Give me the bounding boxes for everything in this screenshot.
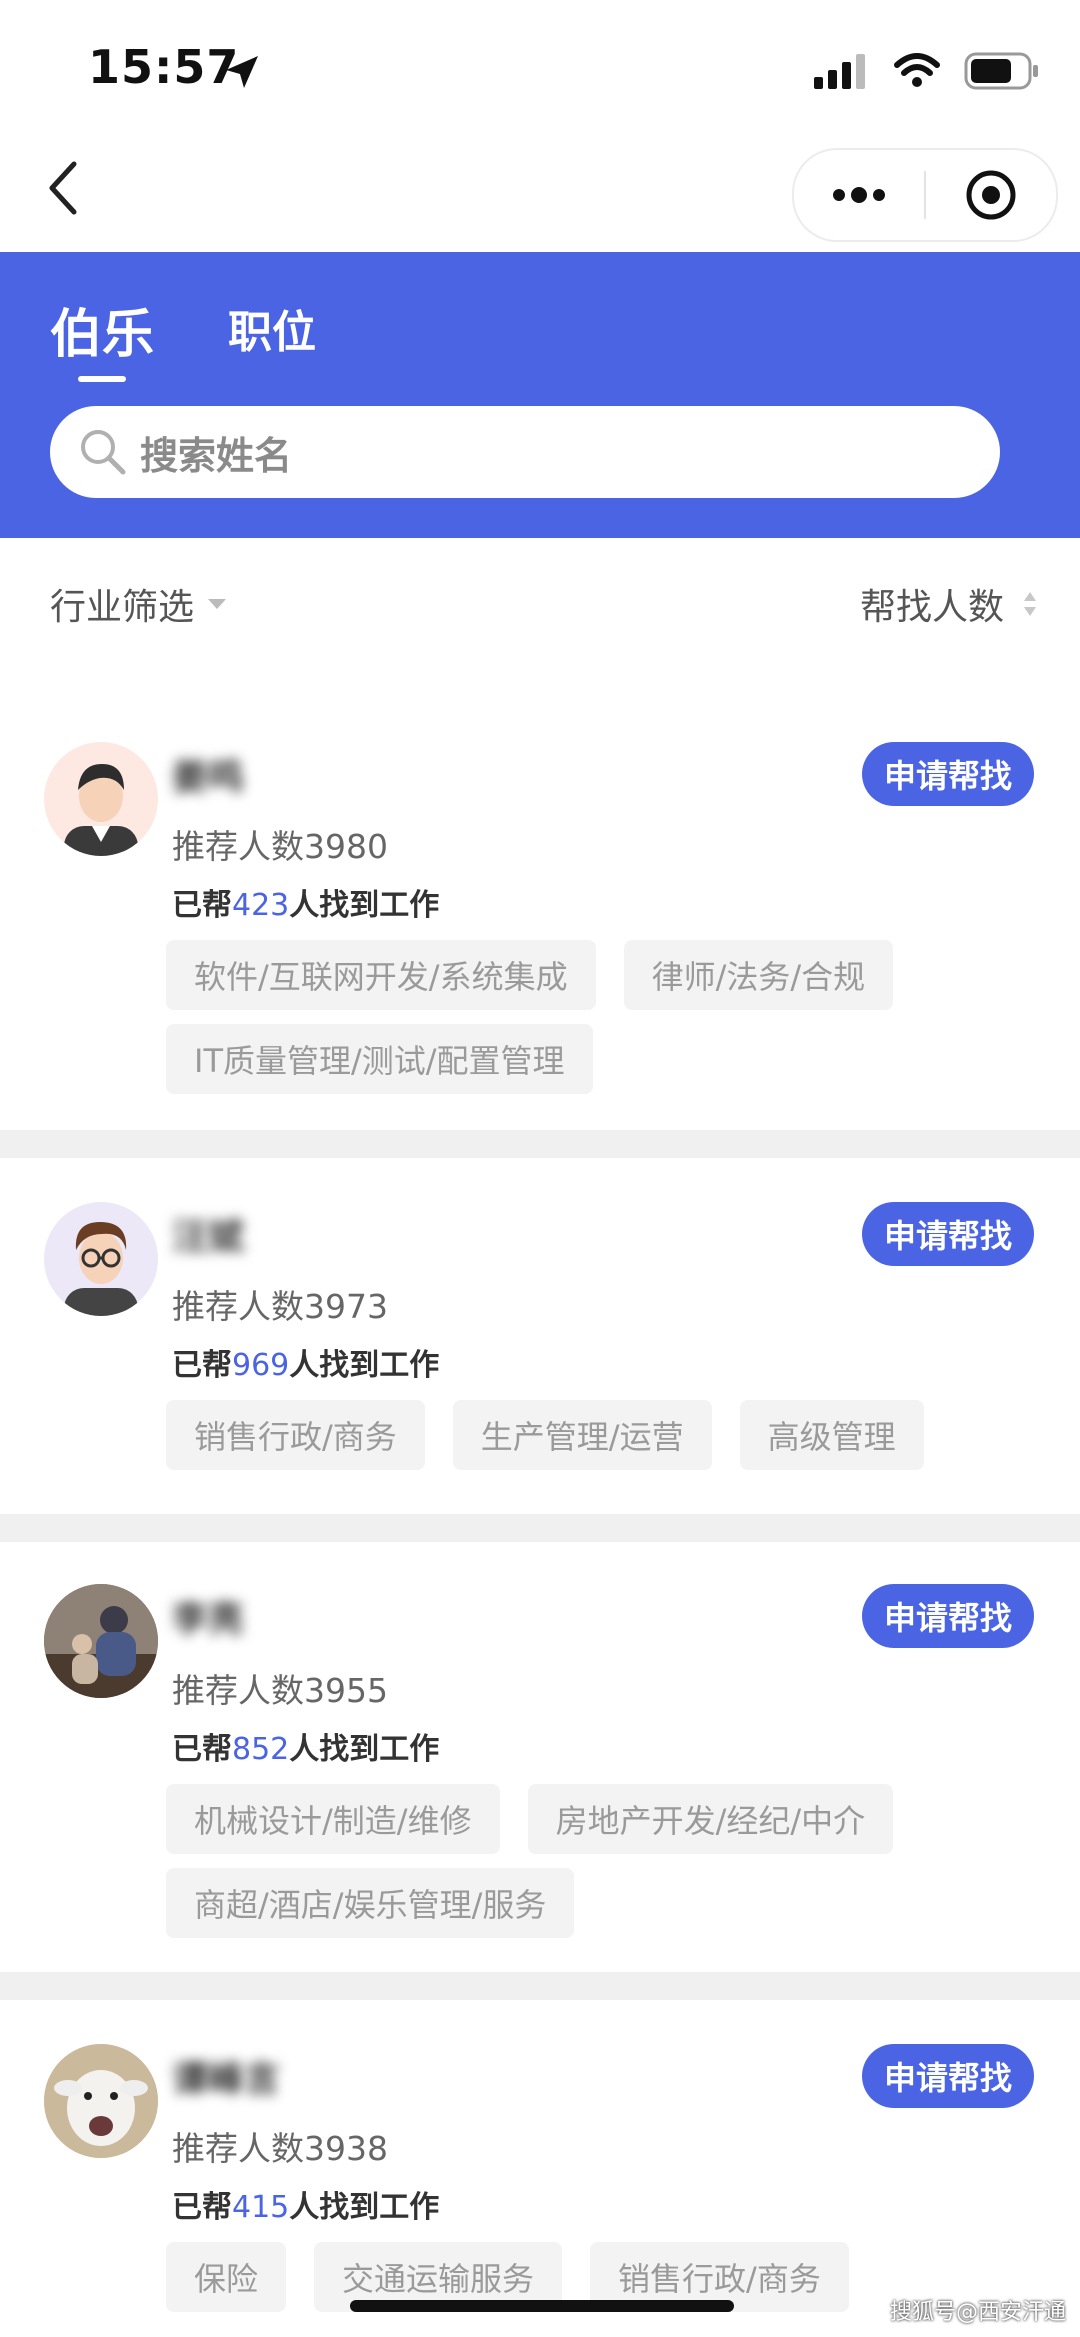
helped-count: 415: [232, 2190, 290, 2225]
home-indicator[interactable]: [350, 2300, 734, 2312]
miniapp-capsule: [792, 148, 1058, 242]
card-divider: [0, 1130, 1080, 1158]
industry-tag: IT质量管理/测试/配置管理: [166, 1024, 593, 1094]
avatar: [44, 1584, 158, 1698]
avatar-glasses-man-icon: [64, 1222, 138, 1316]
sort-label: 帮找人数: [859, 587, 1004, 628]
card-divider: [0, 1514, 1080, 1542]
avatar-man-icon: [64, 764, 138, 856]
avatar: [44, 742, 158, 856]
status-icons: [814, 52, 1040, 90]
sort-by-helped[interactable]: 帮找人数: [860, 578, 1038, 630]
search-placeholder: 搜索姓名: [140, 433, 293, 478]
avatar: [44, 1202, 158, 1316]
recruiter-card: 姜鸣 申请帮找 推荐人数3980 已帮423人找到工作 软件/互联网开发/系统集…: [0, 700, 1080, 1130]
recruiter-name: 李亮: [172, 1599, 245, 1640]
battery-icon: [964, 52, 1038, 90]
avatar-sheep-icon: [44, 2044, 158, 2158]
helped-stat: 已帮969人找到工作: [172, 1340, 439, 1384]
more-dots-icon: [833, 187, 885, 203]
helped-stat: 已帮415人找到工作: [172, 2182, 439, 2226]
target-icon: [966, 170, 1016, 220]
helped-prefix: 已帮: [172, 1348, 232, 1383]
industry-tag: 商超/酒店/娱乐管理/服务: [166, 1868, 575, 1938]
industry-tag: 房地产开发/经纪/中介: [527, 1784, 894, 1854]
wifi-icon: [894, 53, 940, 87]
industry-tags: 机械设计/制造/维修 房地产开发/经纪/中介 商超/酒店/娱乐管理/服务: [166, 1784, 956, 1938]
recommend-count: 推荐人数3973: [172, 1287, 388, 1326]
apply-help-button[interactable]: 申请帮找: [862, 742, 1034, 806]
recommend-count: 推荐人数3980: [172, 827, 388, 866]
watermark: 搜狐号@西安汗通: [889, 2300, 1066, 2325]
helped-suffix: 人找到工作: [289, 888, 440, 923]
apply-help-button[interactable]: 申请帮找: [862, 1584, 1034, 1648]
close-miniapp-button[interactable]: [926, 150, 1056, 240]
industry-tags: 软件/互联网开发/系统集成 律师/法务/合规 IT质量管理/测试/配置管理: [166, 940, 956, 1094]
helped-count: 969: [232, 1348, 290, 1383]
industry-filter[interactable]: 行业筛选: [50, 578, 228, 630]
signal-icon: [814, 54, 865, 89]
caret-down-icon: [208, 599, 227, 609]
recruiter-card: 汪斌 申请帮找 推荐人数3973 已帮969人找到工作 销售行政/商务 生产管理…: [0, 1158, 1080, 1514]
recruiter-card: 谭峰言 申请帮找 推荐人数3938 已帮415人找到工作 保险 交通运输服务 销…: [0, 2000, 1080, 2337]
industry-tag: 软件/互联网开发/系统集成: [166, 940, 596, 1010]
apply-help-button[interactable]: 申请帮找: [862, 1202, 1034, 1266]
helped-suffix: 人找到工作: [289, 2190, 440, 2225]
apply-help-button[interactable]: 申请帮找: [862, 2044, 1034, 2108]
avatar-photo-icon: [44, 1584, 158, 1698]
search-icon: [81, 430, 126, 475]
industry-tag: 生产管理/运营: [452, 1400, 712, 1470]
helped-suffix: 人找到工作: [289, 1732, 440, 1767]
recommend-count: 推荐人数3938: [172, 2129, 388, 2168]
avatar: [44, 2044, 158, 2158]
card-divider: [0, 1972, 1080, 2000]
industry-tags: 销售行政/商务 生产管理/运营 高级管理: [166, 1400, 956, 1470]
helped-suffix: 人找到工作: [289, 1348, 440, 1383]
industry-filter-label: 行业筛选: [50, 587, 195, 628]
recommend-count: 推荐人数3955: [172, 1671, 388, 1710]
active-tab-indicator: [78, 376, 126, 382]
helped-stat: 已帮852人找到工作: [172, 1724, 439, 1768]
search-input[interactable]: 搜索姓名: [50, 406, 1000, 498]
recruiter-name: 汪斌: [172, 1217, 245, 1258]
industry-tag: 保险: [166, 2242, 287, 2312]
location-arrow-icon: [226, 56, 258, 88]
helped-count: 423: [232, 888, 290, 923]
sort-icon: [1024, 592, 1036, 616]
industry-tag: 律师/法务/合规: [623, 940, 894, 1010]
industry-tag: 销售行政/商务: [166, 1400, 425, 1470]
tab-bole[interactable]: 伯乐: [50, 292, 154, 367]
recruiter-name: 姜鸣: [172, 757, 245, 798]
recruiter-name: 谭峰言: [172, 2059, 281, 2100]
recruiter-card: 李亮 申请帮找 推荐人数3955 已帮852人找到工作 机械设计/制造/维修 房…: [0, 1542, 1080, 1972]
helped-prefix: 已帮: [172, 2190, 232, 2225]
industry-tag: 高级管理: [739, 1400, 924, 1470]
helped-stat: 已帮423人找到工作: [172, 880, 439, 924]
back-button[interactable]: [40, 158, 88, 218]
more-button[interactable]: [794, 150, 924, 240]
tab-positions[interactable]: 职位: [228, 296, 316, 360]
helped-count: 852: [232, 1732, 290, 1767]
helped-prefix: 已帮: [172, 1732, 232, 1767]
status-time: 15:57: [88, 40, 240, 94]
helped-prefix: 已帮: [172, 888, 232, 923]
industry-tag: 机械设计/制造/维修: [166, 1784, 500, 1854]
